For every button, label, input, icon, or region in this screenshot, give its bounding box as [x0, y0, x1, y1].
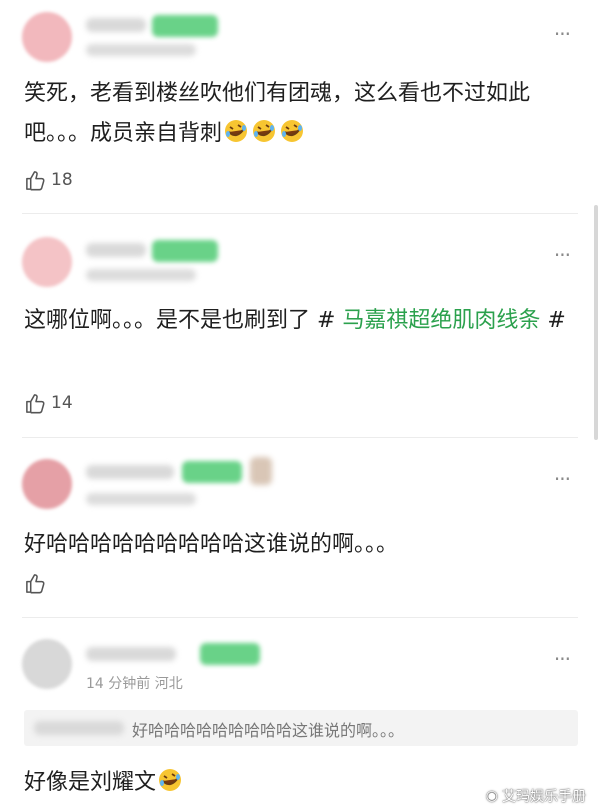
quoted-username-blurred [34, 721, 124, 735]
watermark: ◉ 艾玛娱乐手册 [486, 786, 586, 806]
comment-meta-blurred [86, 493, 196, 505]
rofl-emoji-icon [252, 119, 276, 143]
comment-meta-blurred [86, 269, 196, 281]
more-options-icon[interactable]: ··· [554, 469, 571, 489]
like-count: 14 [51, 393, 73, 413]
weibo-logo-icon: ◉ [485, 788, 498, 804]
avatar[interactable] [22, 459, 72, 509]
like-button[interactable]: 14 [24, 391, 73, 415]
comment-text: 这哪位啊。。。是不是也刷到了 # 马嘉祺超绝肌肉线条 # [24, 301, 576, 341]
rofl-emoji-icon [280, 119, 304, 143]
hashtag-link[interactable]: 马嘉祺超绝肌肉线条 [342, 308, 540, 333]
comment-4: 14 分钟前 河北 ··· 好哈哈哈哈哈哈哈哈哈这谁说的啊。。。 好像是刘耀文 [0, 617, 600, 810]
user-badge [200, 643, 260, 665]
rofl-emoji-icon [158, 768, 182, 792]
thumbs-up-icon [24, 572, 47, 595]
user-icon-blurred [250, 457, 272, 485]
divider [22, 213, 578, 214]
comment-text-before: 这哪位啊。。。是不是也刷到了 # [24, 308, 343, 333]
comment-meta: 14 分钟前 河北 [86, 676, 183, 692]
watermark-text: 艾玛娱乐手册 [502, 789, 586, 805]
scrollbar[interactable] [594, 205, 598, 440]
user-badge [152, 240, 218, 262]
comment-text: 好哈哈哈哈哈哈哈哈哈这谁说的啊。。。 [24, 525, 576, 565]
quoted-text: 好哈哈哈哈哈哈哈哈哈这谁说的啊。。。 [132, 721, 405, 740]
thumbs-up-icon [24, 169, 47, 192]
like-button[interactable]: 18 [24, 168, 73, 192]
rofl-emoji-icon [224, 119, 248, 143]
username-blurred[interactable] [86, 18, 146, 32]
username-blurred[interactable] [86, 647, 176, 661]
like-count: 18 [51, 170, 73, 190]
avatar[interactable] [22, 12, 72, 62]
quoted-reply[interactable]: 好哈哈哈哈哈哈哈哈哈这谁说的啊。。。 [24, 710, 578, 746]
avatar[interactable] [22, 639, 72, 689]
comment-text-content: 笑死，老看到楼丝吹他们有团魂，这么看也不过如此吧。。。成员亲自背刺 [24, 81, 531, 146]
user-badge [152, 15, 218, 37]
comment-meta-blurred [86, 44, 196, 56]
comment-text-content: 好像是刘耀文 [24, 770, 157, 795]
comment-text-after: # [540, 308, 566, 333]
comment-1: ··· 笑死，老看到楼丝吹他们有团魂，这么看也不过如此吧。。。成员亲自背刺 18 [0, 0, 600, 215]
username-blurred[interactable] [86, 243, 146, 257]
username-blurred[interactable] [86, 465, 174, 479]
comment-3: ··· 好哈哈哈哈哈哈哈哈哈这谁说的啊。。。 [0, 437, 600, 617]
comment-text: 笑死，老看到楼丝吹他们有团魂，这么看也不过如此吧。。。成员亲自背刺 [24, 74, 576, 154]
more-options-icon[interactable]: ··· [554, 649, 571, 669]
more-options-icon[interactable]: ··· [554, 24, 571, 44]
like-button[interactable] [24, 571, 51, 595]
more-options-icon[interactable]: ··· [554, 245, 571, 265]
thumbs-up-icon [24, 392, 47, 415]
comment-2: ··· 这哪位啊。。。是不是也刷到了 # 马嘉祺超绝肌肉线条 # 14 [0, 215, 600, 437]
user-badge [182, 461, 242, 483]
avatar[interactable] [22, 237, 72, 287]
comment-text-content: 好哈哈哈哈哈哈哈哈哈这谁说的啊。。。 [24, 532, 399, 557]
